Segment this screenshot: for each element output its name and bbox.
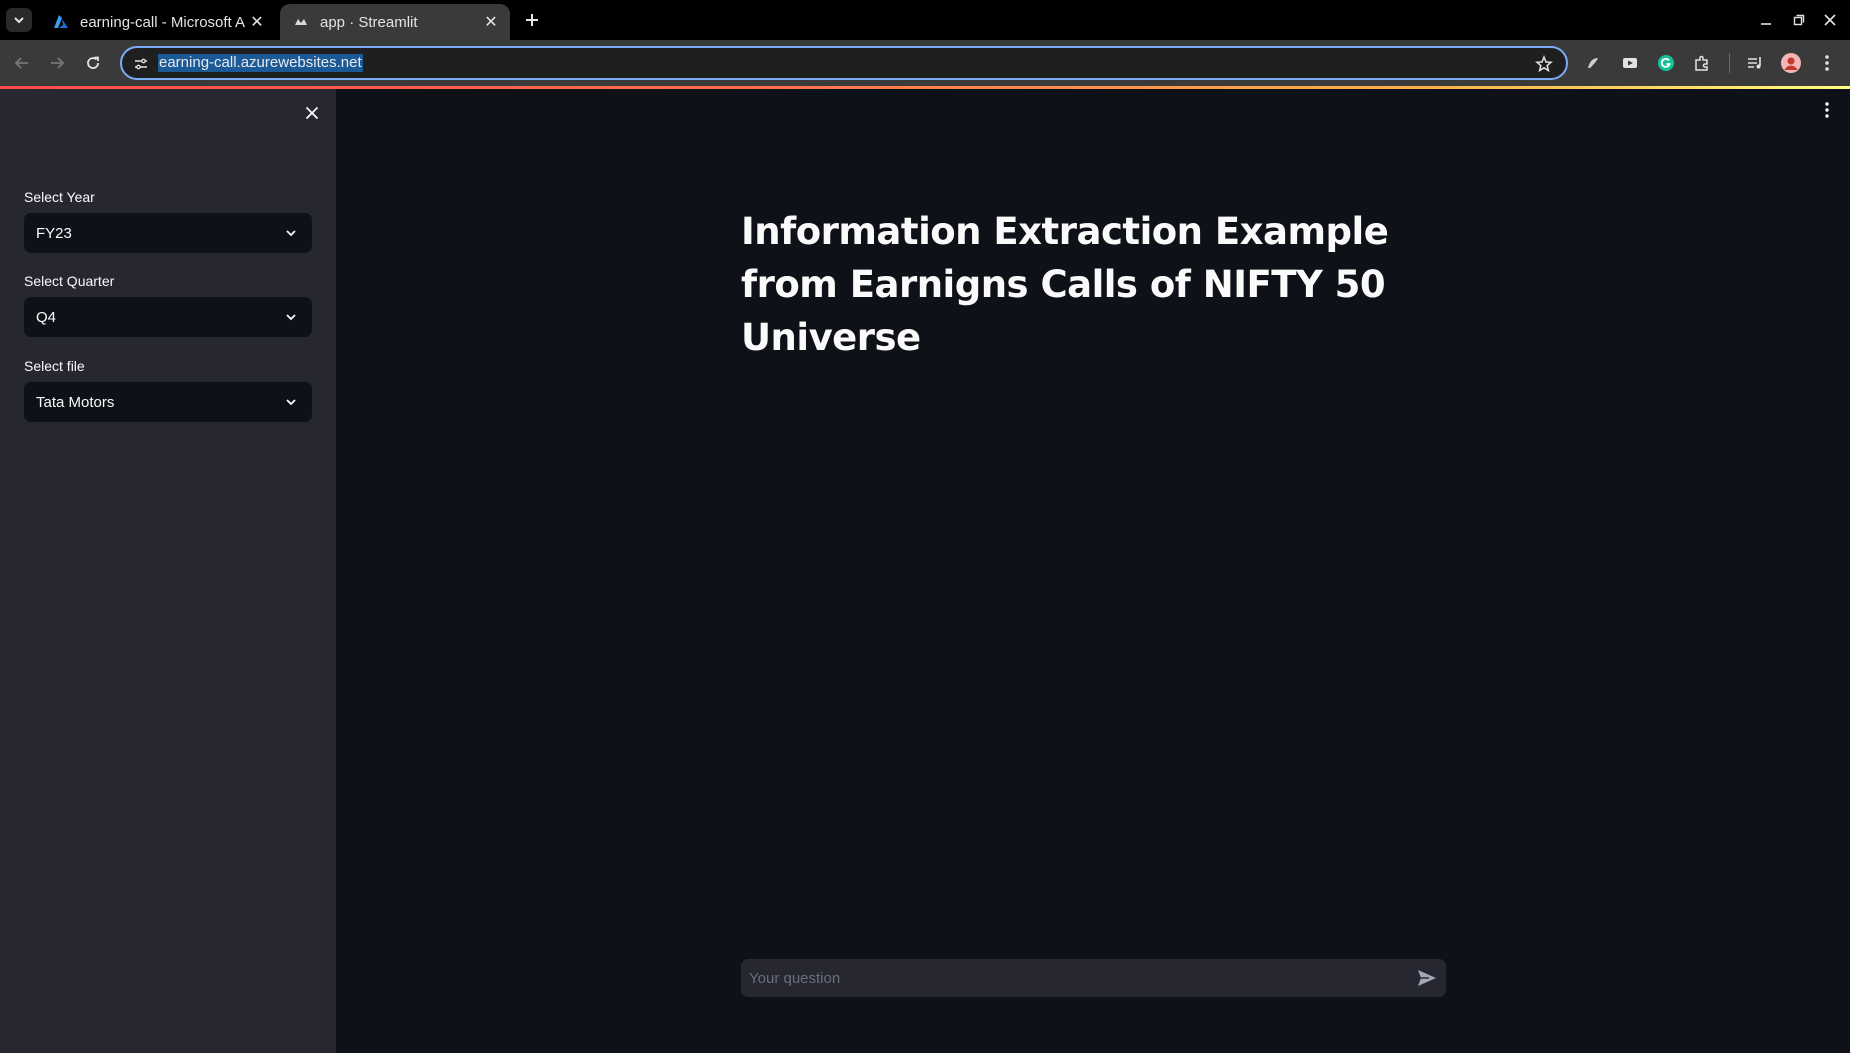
browser-menu-button[interactable] — [1816, 52, 1838, 74]
reload-icon — [87, 56, 99, 69]
extension-icon[interactable] — [1582, 52, 1604, 74]
select-file-dropdown[interactable]: Tata Motors — [24, 382, 312, 422]
back-arrow-icon — [14, 57, 28, 69]
select-year-value: FY23 — [36, 224, 72, 242]
tab-title: earning-call - Microsoft A — [80, 13, 246, 31]
select-quarter-value: Q4 — [36, 308, 57, 326]
streamlit-icon — [292, 13, 310, 31]
send-icon — [1418, 970, 1436, 986]
forward-arrow-icon — [51, 57, 65, 69]
minimize-button[interactable] — [1752, 8, 1780, 32]
reload-button[interactable] — [80, 50, 106, 76]
url-text[interactable]: earning-call.azurewebsites.net — [158, 54, 363, 72]
question-input[interactable] — [749, 959, 1389, 997]
extensions-puzzle-icon[interactable] — [1691, 52, 1713, 74]
kebab-menu-icon — [1825, 102, 1829, 118]
app-menu-button[interactable] — [1816, 99, 1838, 121]
send-button[interactable] — [1416, 967, 1438, 989]
site-info-icon[interactable] — [132, 55, 150, 73]
kebab-menu-icon — [1825, 55, 1829, 71]
restore-icon — [1793, 14, 1805, 26]
restore-button[interactable] — [1785, 8, 1813, 32]
back-button[interactable] — [9, 50, 35, 76]
media-controls-icon[interactable] — [1744, 52, 1766, 74]
chevron-down-icon — [14, 17, 24, 24]
select-year-dropdown[interactable]: FY23 — [24, 213, 312, 253]
address-bar[interactable]: earning-call.azurewebsites.net — [120, 46, 1568, 80]
chevron-down-icon — [282, 393, 300, 411]
sidebar: Select Year FY23 Select Quarter Q4 Selec… — [0, 89, 336, 1053]
tab-title: app · Streamlit — [320, 13, 418, 31]
select-file-label: Select file — [24, 358, 85, 374]
page-title: Information Extraction Example from Earn… — [741, 210, 1389, 359]
grammarly-icon[interactable] — [1655, 52, 1677, 74]
tab-search-button[interactable] — [6, 8, 32, 32]
select-quarter-label: Select Quarter — [24, 273, 115, 289]
close-tab-icon[interactable]: ✕ — [248, 13, 266, 31]
video-extension-icon[interactable] — [1619, 52, 1641, 74]
close-tab-icon[interactable]: ✕ — [482, 13, 500, 31]
toolbar-separator — [1729, 53, 1730, 73]
minimize-icon — [1761, 23, 1771, 25]
select-file-value: Tata Motors — [36, 393, 115, 411]
tab-streamlit-app[interactable]: app · Streamlit ✕ — [280, 4, 510, 40]
forward-button[interactable] — [44, 50, 70, 76]
close-icon — [1824, 14, 1836, 26]
profile-avatar[interactable] — [1780, 52, 1802, 74]
tab-earning-call[interactable]: earning-call - Microsoft A ✕ — [40, 4, 276, 40]
azure-icon — [52, 13, 70, 31]
chat-input-container — [741, 959, 1446, 997]
new-tab-button[interactable] — [520, 8, 544, 32]
select-year-label: Select Year — [24, 189, 95, 205]
close-icon — [305, 106, 319, 120]
plus-icon — [526, 14, 538, 26]
close-window-button[interactable] — [1816, 8, 1844, 32]
tab-strip: earning-call - Microsoft A ✕ app · Strea… — [0, 0, 1850, 40]
close-sidebar-button[interactable] — [300, 101, 324, 125]
main-content: Information Extraction Example from Earn… — [336, 89, 1850, 1053]
chevron-down-icon — [282, 308, 300, 326]
bookmark-star-icon[interactable] — [1534, 54, 1554, 74]
chevron-down-icon — [282, 224, 300, 242]
select-quarter-dropdown[interactable]: Q4 — [24, 297, 312, 337]
